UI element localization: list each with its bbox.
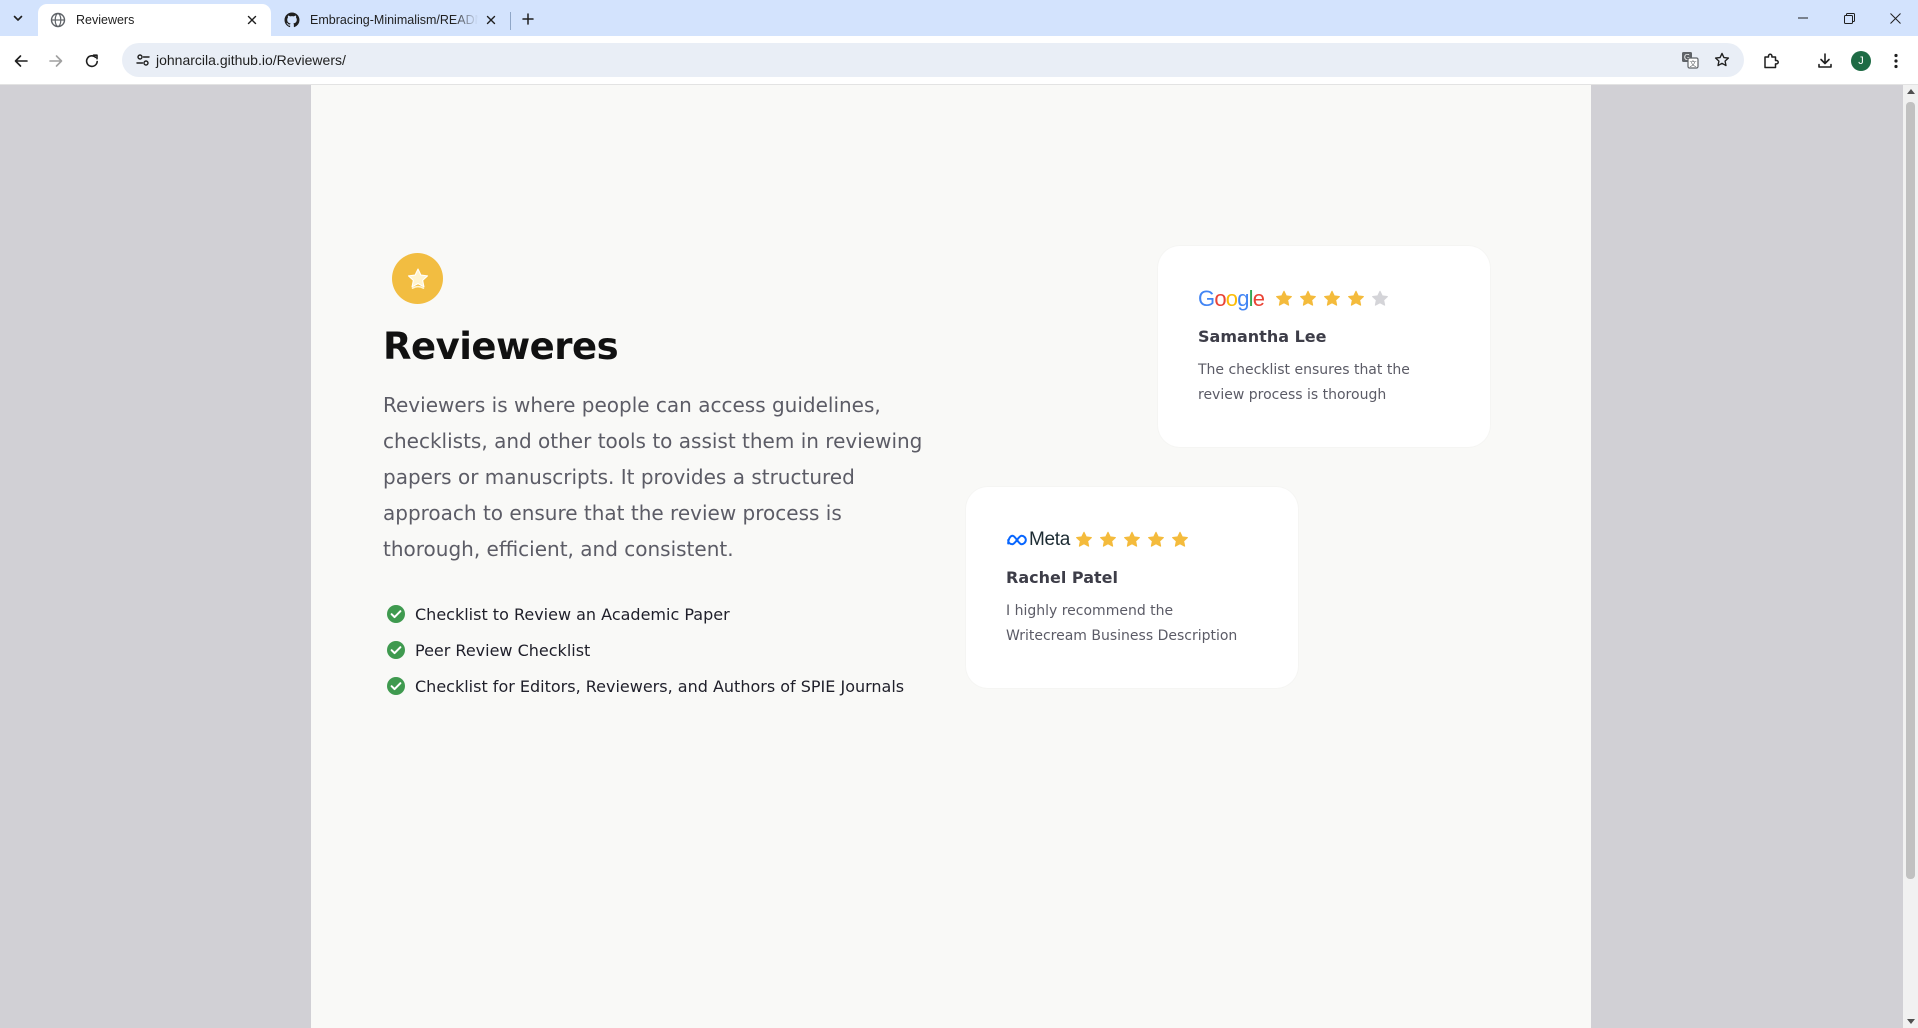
close-icon <box>1889 12 1901 24</box>
reviewer-name: Rachel Patel <box>1006 568 1118 587</box>
tab-embracing-minimalism[interactable]: Embracing-Minimalism/READM <box>272 4 510 36</box>
chevron-down-icon <box>13 15 23 21</box>
review-card-google: Google Samantha Lee The checklist ensure… <box>1158 246 1490 447</box>
tab-divider <box>510 12 511 30</box>
restore-icon <box>1843 12 1855 24</box>
meta-infinity-icon <box>1007 534 1027 546</box>
minimize-icon <box>1798 17 1808 19</box>
browser-tab-bar: Reviewers Embracing-Minimalism/READM <box>0 0 1918 36</box>
close-window-button[interactable] <box>1872 0 1918 36</box>
checklist: Checklist to Review an Academic Paper Pe… <box>383 596 904 704</box>
checklist-item-label: Peer Review Checklist <box>415 640 591 660</box>
svg-text:Google: Google <box>1198 286 1265 311</box>
forward-button[interactable] <box>42 47 70 75</box>
reload-icon <box>85 54 98 68</box>
meta-wordmark: Meta <box>1029 529 1071 550</box>
review-card-meta: Meta Rachel Patel I highly recommend the… <box>966 487 1298 688</box>
puzzle-icon <box>1764 53 1779 69</box>
star-empty-icon <box>1368 287 1392 311</box>
close-tab-icon[interactable] <box>482 11 500 29</box>
github-icon <box>284 12 300 28</box>
google-logo: Google <box>1198 286 1270 312</box>
arrow-left-icon <box>14 55 28 67</box>
star-rating <box>1272 287 1392 311</box>
url-text[interactable]: johnarcila.github.io/Reviewers/ <box>156 52 346 68</box>
scroll-up-arrow-icon[interactable] <box>1907 89 1915 94</box>
page-title: Revieweres <box>383 325 619 368</box>
browser-toolbar: johnarcila.github.io/Reviewers/ G文 J <box>0 36 1918 85</box>
tune-icon <box>136 54 150 66</box>
hero-description: Reviewers is where people can access gui… <box>383 393 923 561</box>
reload-button[interactable] <box>78 47 106 75</box>
plus-icon <box>522 13 534 25</box>
tab-search-button[interactable] <box>6 7 30 29</box>
download-icon <box>1818 53 1832 68</box>
star-filled-icon <box>1344 287 1368 311</box>
scrollbar-thumb[interactable] <box>1906 102 1915 879</box>
svg-text:文: 文 <box>1690 59 1697 68</box>
arrow-right-icon <box>49 55 63 67</box>
profile-button[interactable]: J <box>1847 47 1875 75</box>
downloads-button[interactable] <box>1811 47 1839 75</box>
avatar: J <box>1851 51 1871 71</box>
translate-button[interactable]: G文 <box>1678 48 1702 72</box>
checklist-item-label: Checklist to Review an Academic Paper <box>415 604 730 624</box>
address-bar[interactable]: johnarcila.github.io/Reviewers/ G文 <box>122 43 1744 77</box>
minimize-button[interactable] <box>1780 0 1826 36</box>
list-item: Checklist for Editors, Reviewers, and Au… <box>383 668 904 704</box>
translate-icon: G文 <box>1682 52 1699 69</box>
star-filled-icon <box>1320 287 1344 311</box>
star-filled-icon <box>1144 528 1168 552</box>
globe-icon <box>50 12 66 28</box>
meta-logo: Meta <box>1006 529 1070 551</box>
check-circle-icon <box>386 604 406 624</box>
check-circle-icon <box>386 676 406 696</box>
star-badge-icon <box>392 253 443 304</box>
review-text: The checklist ensures that the review pr… <box>1198 362 1410 403</box>
star-filled-icon <box>1096 528 1120 552</box>
page-viewport: Revieweres Reviewers is where people can… <box>0 85 1903 1028</box>
google-logo-icon: Google <box>1198 286 1266 311</box>
tab-reviewers[interactable]: Reviewers <box>38 4 271 36</box>
menu-button[interactable] <box>1882 47 1910 75</box>
check-circle-icon <box>386 640 406 660</box>
checklist-item-label: Checklist for Editors, Reviewers, and Au… <box>415 676 905 696</box>
review-header: Meta <box>1006 525 1192 555</box>
list-item: Peer Review Checklist <box>383 632 904 668</box>
star-filled-icon <box>1168 528 1192 552</box>
star-filled-icon <box>1072 528 1096 552</box>
list-item: Checklist to Review an Academic Paper <box>383 596 904 632</box>
tab-title: Reviewers <box>76 13 135 27</box>
star-filled-icon <box>1272 287 1296 311</box>
review-text: I highly recommend the Writecream Busine… <box>1006 603 1238 644</box>
reviewer-name: Samantha Lee <box>1198 327 1327 346</box>
bookmark-button[interactable] <box>1710 48 1734 72</box>
vertical-scrollbar[interactable] <box>1903 85 1918 1028</box>
star-filled-icon <box>1296 287 1320 311</box>
star-rating <box>1072 528 1192 552</box>
new-tab-button[interactable] <box>516 7 540 31</box>
review-header: Google <box>1198 284 1392 314</box>
star-filled-icon <box>1120 528 1144 552</box>
star-outline-icon <box>1714 52 1730 67</box>
scroll-down-arrow-icon[interactable] <box>1907 1019 1915 1024</box>
tab-title: Embracing-Minimalism/READM <box>310 13 478 27</box>
back-button[interactable] <box>7 47 35 75</box>
restore-button[interactable] <box>1826 0 1872 36</box>
close-tab-icon[interactable] <box>243 11 261 29</box>
kebab-menu-icon <box>1894 53 1898 69</box>
page-content: Revieweres Reviewers is where people can… <box>311 85 1591 1028</box>
extensions-button[interactable] <box>1757 47 1785 75</box>
site-info-button[interactable] <box>130 47 156 73</box>
